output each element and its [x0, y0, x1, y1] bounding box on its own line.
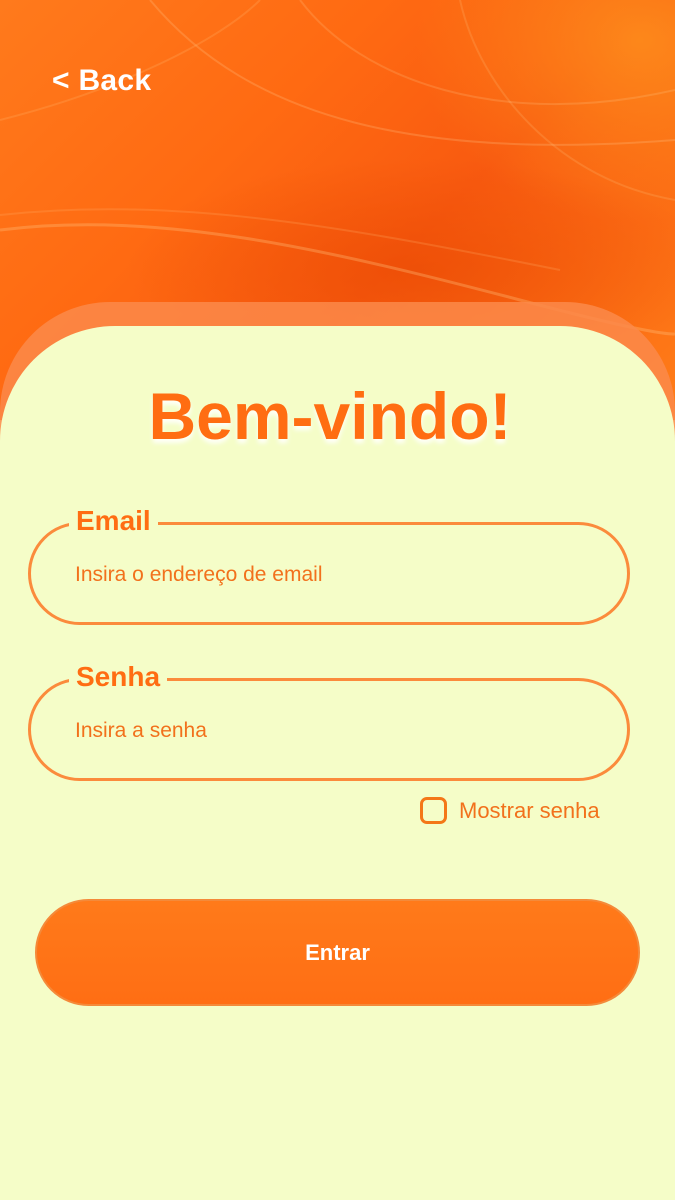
email-label: Email: [69, 501, 158, 541]
password-input[interactable]: [75, 711, 595, 751]
login-button[interactable]: Entrar: [35, 899, 640, 1006]
show-password-label: Mostrar senha: [459, 797, 600, 823]
show-password-toggle[interactable]: Mostrar senha: [420, 797, 600, 824]
login-button-label: Entrar: [305, 939, 370, 965]
email-input[interactable]: [75, 555, 595, 595]
back-button[interactable]: < Back: [52, 64, 151, 98]
password-label: Senha: [69, 657, 168, 697]
email-field: Email: [28, 501, 630, 625]
password-field: Senha: [28, 657, 630, 781]
show-password-checkbox[interactable]: [420, 797, 447, 824]
page-title: Bem-vindo!: [148, 379, 512, 453]
login-screen: < Back Bem-vindo! Email Senha Mostrar se…: [0, 0, 675, 1200]
